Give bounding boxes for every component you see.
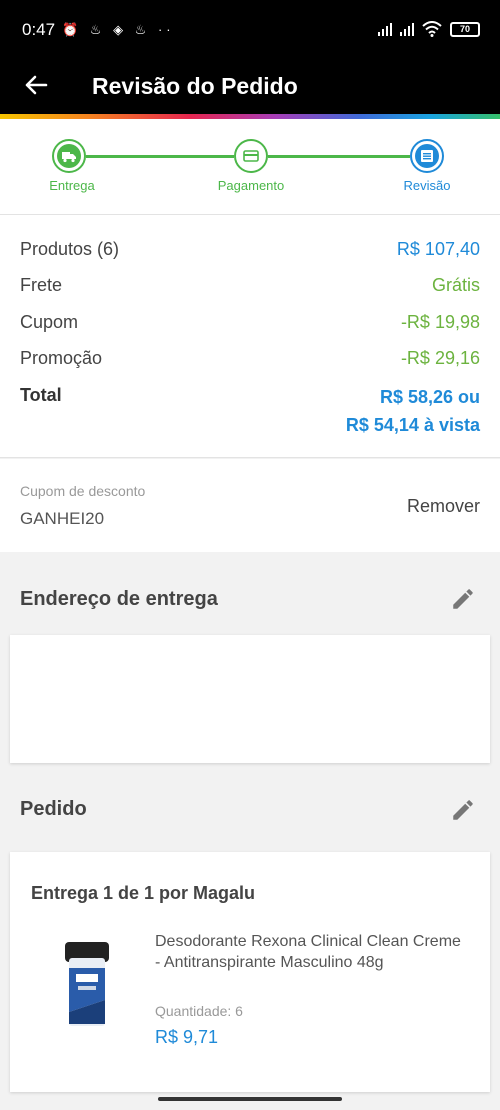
total-label: Total xyxy=(20,385,62,405)
arrow-left-icon[interactable] xyxy=(22,71,50,99)
products-label: Produtos (6) xyxy=(20,239,120,259)
shipping-value: Grátis xyxy=(431,275,480,295)
truck-icon xyxy=(57,144,81,168)
step-entrega[interactable] xyxy=(52,139,86,173)
summary-row-coupon: Cupom -R$ 19,98 xyxy=(20,312,480,338)
order-section-title: Pedido xyxy=(20,798,87,820)
step-entrega-label: Entrega xyxy=(49,178,95,193)
product-name[interactable]: Desodorante Rexona Clinical Clean Creme … xyxy=(155,931,465,973)
page-title: Revisão do Pedido xyxy=(92,73,298,99)
total-value-installments: R$ 58,26 ou xyxy=(379,387,480,407)
app-bar: Revisão do Pedido xyxy=(0,60,500,114)
summary-row-products: Produtos (6) R$ 107,40 xyxy=(20,239,480,265)
card-icon xyxy=(239,144,263,168)
status-right-group: 70 xyxy=(378,21,480,37)
list-icon xyxy=(415,144,439,168)
checkout-stepper: Entrega Pagamento Revisão xyxy=(0,119,500,214)
coupon-discount-label: Cupom xyxy=(20,312,79,332)
product-price: R$ 9,71 xyxy=(155,1027,219,1047)
signal-icon xyxy=(378,22,392,36)
stepper-line-1 xyxy=(86,155,234,158)
product-image xyxy=(65,942,109,1026)
signal-icon-2 xyxy=(400,22,414,36)
address-card[interactable] xyxy=(10,635,490,763)
shipping-label: Frete xyxy=(20,275,63,295)
promo-label: Promoção xyxy=(20,348,103,368)
coupon-box: Cupom de desconto GANHEI20 Remover xyxy=(0,459,500,552)
delivery-label: Entrega 1 de 1 por Magalu xyxy=(31,883,256,903)
stepper-line-2 xyxy=(268,155,410,158)
wifi-icon xyxy=(422,21,442,37)
product-quantity: Quantidade: 6 xyxy=(155,1003,243,1019)
step-revisao[interactable] xyxy=(410,139,444,173)
gesture-nav-bar[interactable] xyxy=(158,1097,342,1101)
summary-row-promo: Promoção -R$ 29,16 xyxy=(20,348,480,374)
promo-value: -R$ 29,16 xyxy=(400,348,480,368)
status-bar: 0:47 ⏰ ♨ ◈ ♨ ·· 70 xyxy=(0,0,500,60)
remove-coupon-button[interactable]: Remover xyxy=(407,496,480,517)
step-revisao-label: Revisão xyxy=(403,178,451,193)
pencil-icon[interactable] xyxy=(450,797,476,823)
coupon-code: GANHEI20 xyxy=(20,509,105,528)
summary-row-total: Total R$ 58,26 ou R$ 54,14 à vista xyxy=(20,385,480,445)
total-value: R$ 58,26 ou R$ 54,14 à vista xyxy=(346,383,480,439)
summary-row-shipping: Frete Grátis xyxy=(20,275,480,301)
products-value: R$ 107,40 xyxy=(396,239,480,259)
order-summary: Produtos (6) R$ 107,40 Frete Grátis Cupo… xyxy=(0,214,500,458)
coupon-discount-value: -R$ 19,98 xyxy=(400,312,480,332)
notification-icons: ⏰ ♨ ◈ ♨ ·· xyxy=(62,22,175,37)
step-pagamento-label: Pagamento xyxy=(217,178,285,193)
battery-icon: 70 xyxy=(450,21,480,37)
status-time: 0:47 xyxy=(22,20,56,39)
order-card: Entrega 1 de 1 por Magalu Desodorante Re… xyxy=(10,852,490,1092)
coupon-label: Cupom de desconto xyxy=(20,483,146,499)
address-section-title: Endereço de entrega xyxy=(20,588,218,610)
step-pagamento[interactable] xyxy=(234,139,268,173)
total-value-cash: R$ 54,14 à vista xyxy=(345,415,480,435)
pencil-icon[interactable] xyxy=(450,586,476,612)
